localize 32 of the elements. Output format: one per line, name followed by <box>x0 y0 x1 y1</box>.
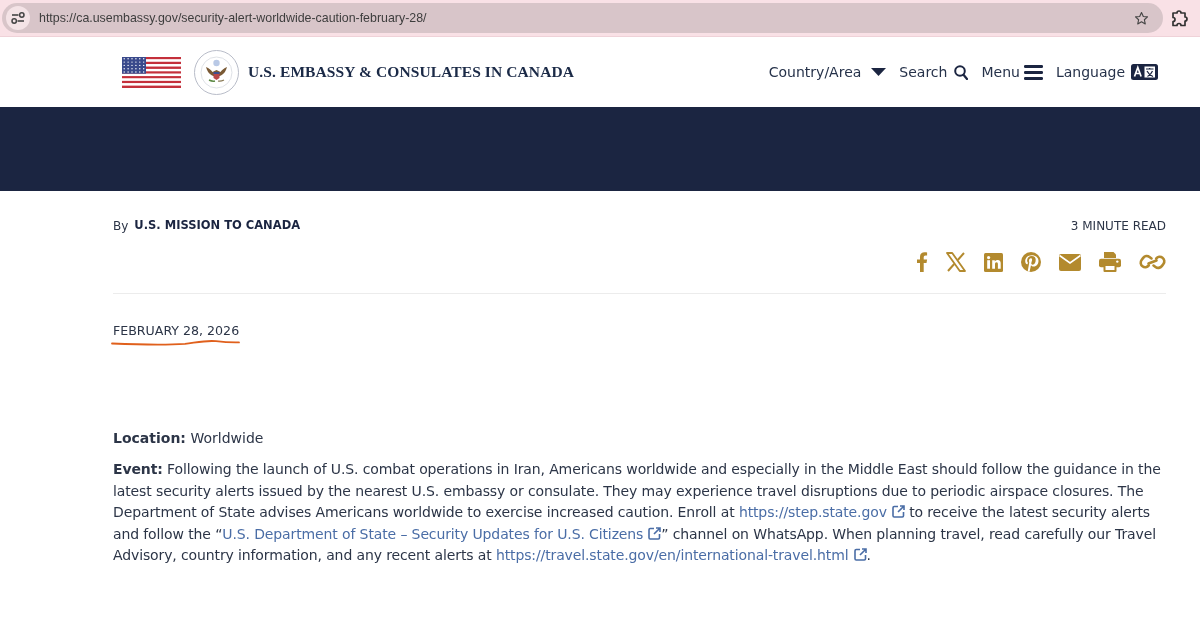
by-label: By <box>113 217 129 235</box>
translate-icon <box>1131 64 1158 80</box>
tune-icon[interactable] <box>6 6 30 30</box>
x-icon[interactable] <box>946 252 966 272</box>
puzzle-icon[interactable] <box>1171 9 1188 27</box>
nav-search-button[interactable]: Search <box>899 61 969 83</box>
read-time: 3 MINUTE READ <box>1070 217 1166 235</box>
flag-icon <box>122 56 181 88</box>
search-icon <box>954 64 969 80</box>
location-line: Location: Worldwide <box>113 429 265 448</box>
envelope-icon[interactable] <box>1059 253 1081 271</box>
date-text: FEBRUARY 28, 2026 <box>113 322 240 340</box>
text-link[interactable]: https://step.state.gov <box>738 504 905 520</box>
text-link[interactable]: https://travel.state.gov/en/international-travel.html <box>495 547 867 563</box>
printer-icon[interactable] <box>1099 252 1121 272</box>
star-icon[interactable] <box>1134 10 1149 26</box>
facebook-icon[interactable] <box>917 252 928 272</box>
nav-language-button[interactable]: Language <box>1055 61 1158 83</box>
author-name: U.S. MISSION TO CANADA <box>134 216 301 234</box>
address-bar[interactable]: https://ca.usembassy.gov/security-alert-worldwide-caution-february-28/ <box>2 3 1163 33</box>
link-icon[interactable] <box>1139 252 1166 272</box>
text-link[interactable]: U.S. Department of State – Security Updates for U.S. Citizens <box>222 525 662 542</box>
pinterest-icon[interactable] <box>1021 252 1041 272</box>
caret-down-icon <box>871 68 887 76</box>
linkedin-icon[interactable] <box>984 252 1003 272</box>
menu-icon <box>1023 64 1043 80</box>
event-paragraph: Event: Following the launch of U.S. combat operations in Iran, Americans worldwide and especially in the Middle East should follow the guidance in the latest security alerts issued by the nearest U.S. embassy or consulate. They may experience travel disruptions due to periodic airspace closures. The Department of State advises Americans worldwide to exercise increased caution. Enroll at https://step.state.gov to receive the latest security alerts and follow the “U.S. Department of State – Security Updates for U.S. Citizens ” channel on WhatsApp. When planning travel, read carefully our Travel Advisory, country information, and any recent alerts at https://travel.state.gov/en/international-travel.html . <box>113 460 1162 565</box>
seal-logo <box>194 49 239 95</box>
url-text: https://ca.usembassy.gov/security-alert-worldwide-caution-february-28/ <box>39 9 427 27</box>
site-title: U.S. EMBASSY & CONSULATES IN CANADA <box>248 62 575 83</box>
nav-menu-button[interactable]: Menu <box>981 61 1043 83</box>
nav-dropdown-button[interactable]: Country/Area <box>768 61 887 83</box>
